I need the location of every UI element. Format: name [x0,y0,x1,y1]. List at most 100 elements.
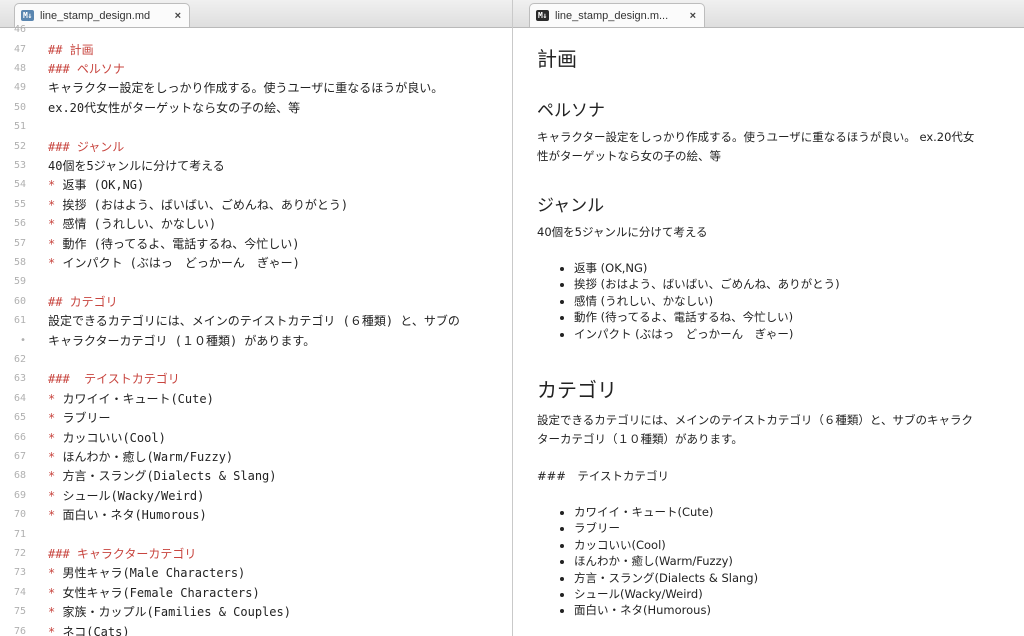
editor-line[interactable]: 47 ## 計画 [0,39,512,58]
editor-line[interactable]: 76 * ネコ(Cats) [0,621,512,636]
editor-line[interactable]: 69 * シュール(Wacky/Weird) [0,486,512,505]
line-text: * 挨拶 (おはよう、ばいばい、ごめんね、ありがとう) [48,196,348,213]
editor-line[interactable]: 70 * 面白い・ネタ(Humorous) [0,505,512,524]
text-segment: インパクト (ぶはっ どっかーん ぎゃー) [55,255,300,270]
line-text: * 返事 (OK,NG) [48,176,144,193]
heading-category: カテゴリ [537,378,617,402]
line-text: * 動作 (待ってるよ、電話するね、今忙しい) [48,235,300,252]
list-item: カワイイ・キュート(Cute) [574,504,758,520]
text-segment: ex.20代女性がターゲットなら女の子の絵、等 [48,100,301,115]
line-text: * カッコいい(Cool) [48,429,166,446]
code-editor[interactable]: 46 47 ## 計画 48 ### ペルソナ 49 キャラクター設定をしっかり作成する。使… [0,24,512,636]
line-number: 52 [13,140,26,152]
editor-line[interactable]: 49 キャラクター設定をしっかり作成する。使うユーザに重なるほうが良い。 [0,78,512,97]
list-item: 動作 (待ってるよ、電話するね、今忙しい) [574,309,840,325]
close-tab-icon[interactable]: × [690,10,696,22]
text-segment: カワイイ・キュート(Cute) [55,391,214,406]
text-segment: 挨拶 (おはよう、ばいばい、ごめんね、ありがとう) [55,197,349,212]
text-segment: 返事 (OK,NG) [55,178,145,193]
list-item: 挨拶 (おはよう、ばいばい、ごめんね、ありがとう) [574,276,840,292]
editor-pane[interactable]: M↓ line_stamp_design.md × 46 47 ## 計画 48 ###… [0,0,512,636]
line-text: ## カテゴリ [48,293,118,310]
editor-line[interactable]: 50 ex.20代女性がターゲットなら女の子の絵、等 [0,98,512,117]
line-text: * 男性キャラ(Male Characters) [48,564,245,581]
text-segment: 家族・カップル(Families & Couples) [55,605,291,620]
line-text: 40個を5ジャンルに分けて考える [48,157,225,174]
line-number: 64 [13,392,26,404]
editor-line[interactable]: 74 * 女性キャラ(Female Characters) [0,583,512,602]
text-segment: シュール(Wacky/Weird) [55,488,205,503]
editor-line[interactable]: • キャラクターカテゴリ (１０種類) があります。 [0,330,512,349]
list-item: インパクト (ぶはっ どっかーん ぎゃー) [574,326,840,342]
text-segment: ネコ(Cats) [55,624,130,636]
line-number: 74 [13,586,26,598]
line-number: 62 [13,353,26,365]
markdown-heading: ### ペルソナ [48,61,125,76]
editor-line[interactable]: 61 設定できるカテゴリには、メインのテイストカテゴリ (６種類) と、サブの [0,311,512,330]
persona-text-line-2: 性がターゲットなら女の子の絵、等 [537,149,721,163]
line-number: • [19,334,26,346]
editor-line[interactable]: 73 * 男性キャラ(Male Characters) [0,563,512,582]
editor-line[interactable]: 51 [0,117,512,136]
list-item: 方言・スラング(Dialects & Slang) [574,570,758,586]
line-text: ### ジャンル [48,138,124,155]
editor-line[interactable]: 58 * インパクト (ぶはっ どっかーん ぎゃー) [0,253,512,272]
editor-line[interactable]: 56 * 感情 (うれしい、かなしい) [0,214,512,233]
editor-line[interactable]: 67 * ほんわか・癒し(Warm/Fuzzy) [0,447,512,466]
text-segment: 設定できるカテゴリには、メインのテイストカテゴリ (６種類) と、サブの [48,314,460,329]
line-number: 66 [13,431,26,443]
preview-pane[interactable]: M↓ line_stamp_design.m... × 計画 ペルソナ キャラク… [513,0,1024,636]
editor-line[interactable]: 57 * 動作 (待ってるよ、電話するね、今忙しい) [0,233,512,252]
line-number: 72 [13,547,26,559]
editor-line[interactable]: 75 * 家族・カップル(Families & Couples) [0,602,512,621]
category-text-line-1: 設定できるカテゴリには、メインのテイストカテゴリ（６種類）と、サブのキャラク [537,413,973,427]
genre-list: 返事 (OK,NG)挨拶 (おはよう、ばいばい、ごめんね、ありがとう)感情 (う… [556,260,840,342]
editor-line[interactable]: 64 * カワイイ・キュート(Cute) [0,389,512,408]
markdown-heading: ## カテゴリ [48,294,118,309]
editor-line[interactable]: 46 [0,20,512,39]
editor-line[interactable]: 68 * 方言・スラング(Dialects & Slang) [0,466,512,485]
markdown-heading: ## 計画 [48,42,94,57]
line-text: * 面白い・ネタ(Humorous) [48,506,207,523]
category-text-line-2: ターカテゴリ（１０種類）があります。 [537,432,743,446]
editor-line[interactable]: 48 ### ペルソナ [0,59,512,78]
list-item: ラブリー [574,520,758,536]
heading-persona: ペルソナ [537,101,605,121]
list-item: ほんわか・癒し(Warm/Fuzzy) [574,553,758,569]
editor-line[interactable]: 71 [0,524,512,543]
line-text: * 家族・カップル(Families & Couples) [48,603,291,620]
editor-line[interactable]: 52 ### ジャンル [0,136,512,155]
editor-line[interactable]: 66 * カッコいい(Cool) [0,427,512,446]
text-segment: 方言・スラング(Dialects & Slang) [55,469,277,484]
line-number: 65 [13,412,26,424]
line-number: 73 [13,567,26,579]
editor-line[interactable]: 55 * 挨拶 (おはよう、ばいばい、ごめんね、ありがとう) [0,195,512,214]
text-segment: カッコいい(Cool) [55,430,166,445]
heading-plan: 計画 [537,47,577,71]
text-segment: 面白い・ネタ(Humorous) [55,508,207,523]
line-number: 71 [13,528,26,540]
editor-line[interactable]: 59 [0,272,512,291]
text-segment: 動作 (待ってるよ、電話するね、今忙しい) [55,236,300,251]
line-number: 70 [13,509,26,521]
line-text: キャラクター設定をしっかり作成する。使うユーザに重なるほうが良い。 [48,79,443,96]
editor-line[interactable]: 54 * 返事 (OK,NG) [0,175,512,194]
line-text: * 女性キャラ(Female Characters) [48,584,260,601]
heading-genre: ジャンル [537,196,605,216]
genre-intro-text: 40個を5ジャンルに分けて考える [537,225,708,239]
editor-line[interactable]: 72 ### キャラクターカテゴリ [0,544,512,563]
editor-line[interactable]: 62 [0,350,512,369]
preview-tab[interactable]: M↓ line_stamp_design.m... × [529,3,705,27]
line-text: * 感情 (うれしい、かなしい) [48,215,216,232]
editor-line[interactable]: 60 ## カテゴリ [0,292,512,311]
text-segment: キャラクターカテゴリ (１０種類) があります。 [48,333,316,348]
editor-line[interactable]: 53 40個を5ジャンルに分けて考える [0,156,512,175]
line-text: * ラブリー [48,409,110,426]
line-number: 68 [13,470,26,482]
text-segment: ラブリー [55,411,111,426]
line-number: 50 [13,101,26,113]
editor-line[interactable]: 63 ### テイストカテゴリ [0,369,512,388]
persona-text-line-1: キャラクター設定をしっかり作成する。使うユーザに重なるほうが良い。 ex.20代… [537,130,975,144]
editor-line[interactable]: 65 * ラブリー [0,408,512,427]
line-number: 54 [13,179,26,191]
